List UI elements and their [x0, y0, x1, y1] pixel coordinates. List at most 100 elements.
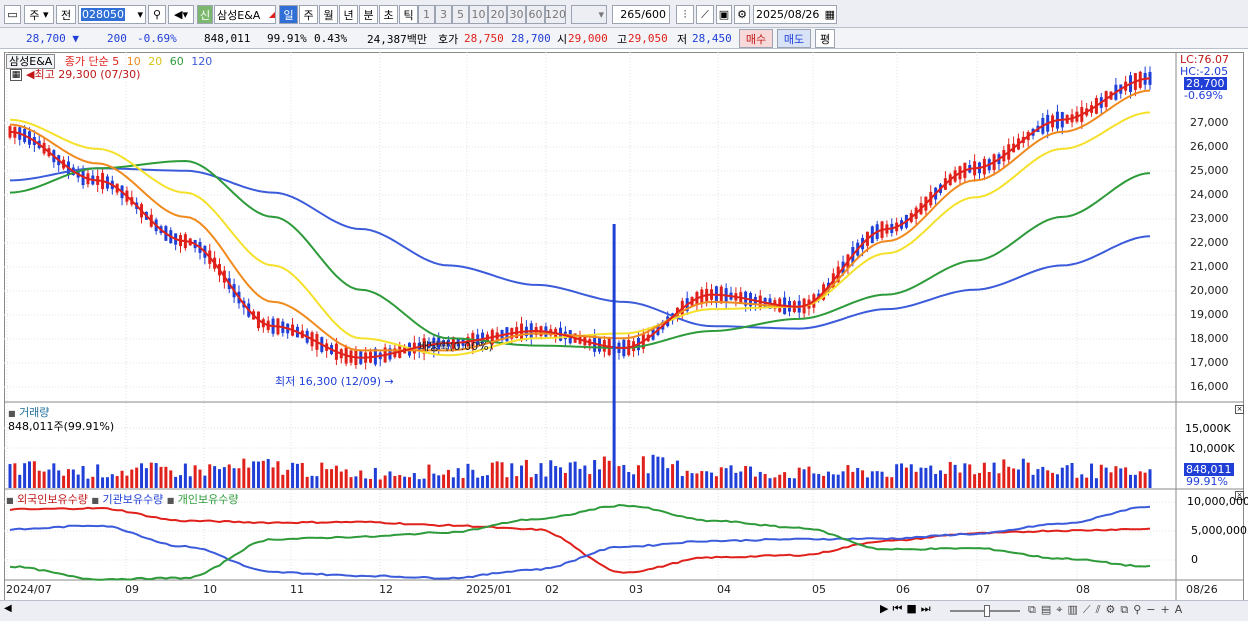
tab-4[interactable]: 분 — [359, 5, 378, 24]
window-menu-icon[interactable]: ▭ — [4, 5, 21, 24]
table-icon[interactable]: ▦ — [10, 69, 22, 81]
interval-3[interactable]: 3 — [435, 5, 452, 24]
chart-scrollbar[interactable]: ◀ ▶ ⏮ ■ ⏭ ⧉ ▤ ⌖ ▥ ⟋ ⫽ ⚙ ⧉ ⚲ − + A — [0, 600, 1248, 621]
tab-6[interactable]: 틱 — [399, 5, 418, 24]
volume-bar — [237, 468, 241, 488]
fast-forward-icon[interactable]: ⏭ — [921, 602, 931, 616]
sound-icon[interactable]: ◀▾ — [168, 5, 194, 24]
volume-bar — [281, 474, 285, 488]
tab-5[interactable]: 초 — [379, 5, 398, 24]
volume-bar — [661, 457, 665, 488]
volume-bar — [783, 472, 787, 488]
trend-icon[interactable]: ⟋ — [1083, 603, 1091, 617]
crosshair-icon[interactable]: ⌖ — [1056, 603, 1062, 617]
hold-tick-10m: 10,000,000 — [1187, 495, 1248, 508]
volume-bar — [349, 477, 353, 488]
volume-bar — [412, 473, 416, 488]
save-icon[interactable]: ▣ — [716, 5, 732, 24]
volume-bar — [890, 477, 894, 488]
tab-0[interactable]: 일 — [279, 5, 298, 24]
tab-3[interactable]: 년 — [339, 5, 358, 24]
fibo-icon[interactable]: ⫽ — [1096, 603, 1101, 617]
chart-area[interactable]: 삼성E&A 종가 단순 5 10 20 60 120 ▦ ◀최고 29,300 … — [4, 52, 1248, 602]
calendar-icon[interactable]: ▦ — [825, 8, 836, 21]
stock-code-input[interactable]: 028050 ▾ — [78, 5, 146, 24]
chart-canvas[interactable] — [4, 52, 1244, 602]
eval-button[interactable]: 평 — [815, 29, 835, 48]
interval-5[interactable]: 5 — [452, 5, 469, 24]
tab-2[interactable]: 월 — [319, 5, 338, 24]
volume-bar — [924, 467, 928, 488]
capture-icon[interactable]: ⧉ — [1028, 603, 1036, 617]
turnover-pct: 0.43% — [314, 32, 348, 45]
volume-bar — [627, 471, 631, 488]
volume-bar — [188, 476, 192, 488]
volume-bar — [690, 473, 694, 488]
interval-60[interactable]: 60 — [526, 5, 545, 24]
tab-1[interactable]: 주 — [299, 5, 318, 24]
volume-bar — [32, 461, 36, 488]
volume-bar — [1046, 470, 1050, 488]
volume-bar — [851, 471, 855, 488]
volume-bar — [315, 476, 319, 488]
x-tick: 11 — [290, 583, 304, 596]
interval-dropdown[interactable]: ▾ — [571, 5, 607, 24]
volume-bar — [593, 459, 597, 488]
volume-bar — [573, 461, 577, 488]
period-dropdown[interactable]: 주 ▾ — [24, 5, 54, 24]
interval-120[interactable]: 120 — [545, 5, 566, 24]
volume-bar — [456, 468, 460, 488]
volume-bar — [792, 478, 796, 488]
stop-icon[interactable]: ■ — [906, 602, 916, 616]
interval-1[interactable]: 1 — [418, 5, 435, 24]
scroll-left-icon[interactable]: ◀ — [4, 603, 12, 614]
volume-bar — [23, 463, 27, 488]
rewind-icon[interactable]: ⏮ — [892, 602, 902, 616]
volume-bar — [563, 472, 567, 488]
volume-bar — [1080, 474, 1084, 488]
copy-icon[interactable]: ⧉ — [1120, 603, 1128, 617]
volume-bar — [427, 464, 431, 488]
count-field[interactable]: 265/600 — [612, 5, 670, 24]
buy-button[interactable]: 매수 — [739, 29, 773, 48]
volume-bar — [607, 460, 611, 488]
grid-icon[interactable]: ▥ — [1067, 603, 1077, 617]
vol-tick-10000k: 10,000K — [1189, 442, 1235, 455]
gear-icon[interactable]: ⚙ — [734, 5, 750, 24]
volume-bar — [232, 468, 236, 488]
scroll-right-icon[interactable]: ▶ — [880, 602, 888, 616]
settings-icon[interactable]: ⚙ — [1105, 603, 1115, 617]
interval-10[interactable]: 10 — [469, 5, 488, 24]
interval-buttons: 1 3 5 10 20 30 60 120 — [418, 5, 566, 24]
volume-bar — [47, 469, 51, 488]
volume-bar — [57, 470, 61, 488]
volume-bar — [1085, 477, 1089, 488]
search-icon[interactable]: ⚲ — [1133, 603, 1141, 617]
volume-bar — [997, 473, 1001, 488]
volume-panel-close-icon[interactable]: × — [1235, 405, 1244, 414]
price-tick: 25,000 — [1190, 164, 1229, 177]
hold-tick-5m: 5,000,000 — [1191, 524, 1247, 537]
volume-bar — [700, 471, 704, 488]
volume-bar — [909, 464, 913, 488]
search-icon[interactable]: ⚲ — [148, 5, 166, 24]
volume-bar — [544, 476, 548, 488]
volume-bar — [1012, 468, 1016, 488]
chevron-down-icon[interactable]: ▾ — [137, 8, 145, 21]
prev-button[interactable]: 전 — [56, 5, 76, 24]
font-size-icon[interactable]: A — [1175, 603, 1183, 617]
stock-name-field[interactable]: 삼성E&A ◢ — [214, 5, 276, 24]
zoom-slider-handle[interactable] — [984, 605, 990, 617]
table-view-icon[interactable]: ▤ — [1041, 603, 1051, 617]
candle-type-icon[interactable]: ⫶ — [676, 5, 694, 24]
volume-bar — [734, 472, 738, 488]
volume-bar — [476, 477, 480, 488]
date-picker[interactable]: 2025/08/26 ▦ — [753, 5, 837, 24]
draw-tool-icon[interactable]: ⟋ — [696, 5, 714, 24]
volume-bar — [86, 478, 90, 488]
zoom-in-icon[interactable]: + — [1161, 603, 1170, 617]
interval-30[interactable]: 30 — [507, 5, 526, 24]
interval-20[interactable]: 20 — [488, 5, 507, 24]
zoom-out-icon[interactable]: − — [1146, 603, 1155, 617]
sell-button[interactable]: 매도 — [777, 29, 811, 48]
